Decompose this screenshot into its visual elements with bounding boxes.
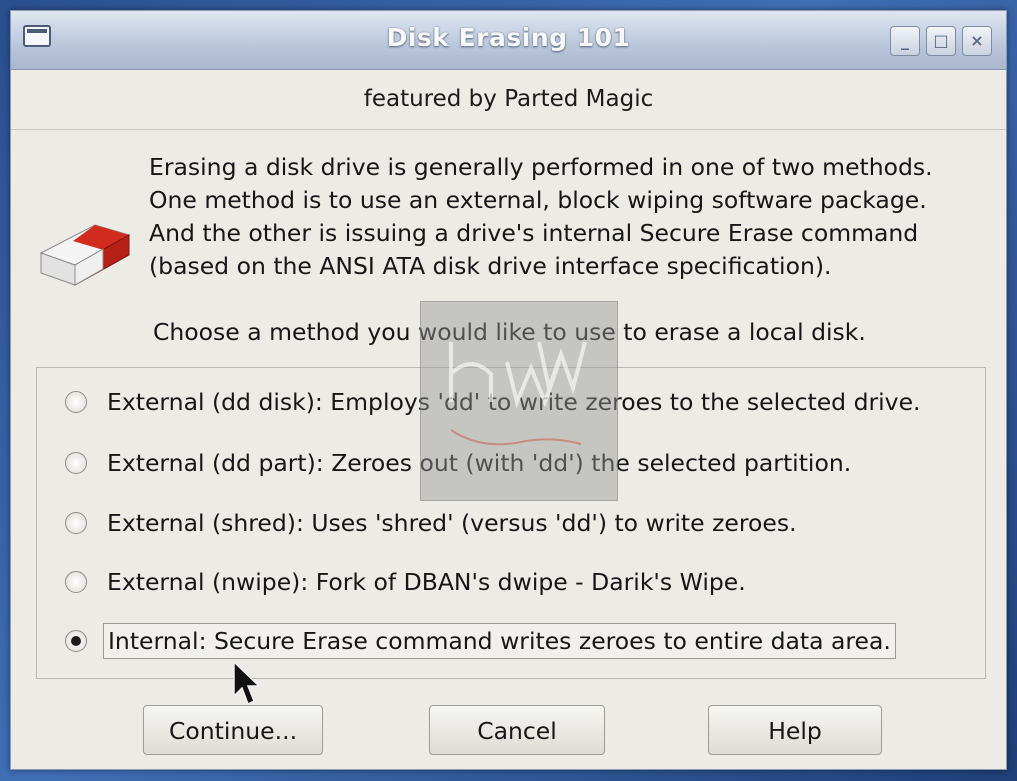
window-title: Disk Erasing 101: [386, 23, 631, 52]
radio-button[interactable]: [65, 512, 87, 534]
cancel-button[interactable]: Cancel: [429, 705, 605, 755]
option-label[interactable]: External (shred): Uses 'shred' (versus '…: [103, 506, 801, 540]
minimize-button[interactable]: _: [890, 26, 920, 56]
description-text: Erasing a disk drive is generally perfor…: [149, 151, 999, 283]
description-line: Erasing a disk drive is generally perfor…: [149, 153, 933, 181]
option-label[interactable]: External (nwipe): Fork of DBAN's dwipe -…: [103, 565, 750, 599]
help-button[interactable]: Help: [708, 705, 882, 755]
option-secure-erase[interactable]: Internal: Secure Erase command writes ze…: [65, 619, 896, 663]
description-line: And the other is issuing a drive's inter…: [149, 219, 919, 247]
hw-legend-watermark: [420, 301, 618, 501]
radio-button[interactable]: [65, 571, 87, 593]
watermark-logo: [449, 341, 587, 446]
option-nwipe[interactable]: External (nwipe): Fork of DBAN's dwipe -…: [65, 560, 750, 604]
option-label[interactable]: Internal: Secure Erase command writes ze…: [103, 623, 896, 659]
continue-button[interactable]: Continue...: [143, 705, 323, 755]
dialog-window: Disk Erasing 101 _ □ × featured by Parte…: [10, 10, 1007, 770]
maximize-button[interactable]: □: [926, 26, 956, 56]
radio-button[interactable]: [65, 452, 87, 474]
close-button[interactable]: ×: [962, 26, 992, 56]
description-line: One method is to use an external, block …: [149, 186, 927, 214]
option-shred[interactable]: External (shred): Uses 'shred' (versus '…: [65, 501, 801, 545]
eraser-icon: [39, 224, 131, 286]
radio-button-selected[interactable]: [65, 630, 87, 652]
radio-button[interactable]: [65, 391, 87, 413]
title-bar[interactable]: Disk Erasing 101 _ □ ×: [11, 11, 1006, 70]
mouse-pointer-icon: [233, 660, 261, 706]
subtitle: featured by Parted Magic: [11, 69, 1006, 130]
description-line: (based on the ANSI ATA disk drive interf…: [149, 252, 832, 280]
